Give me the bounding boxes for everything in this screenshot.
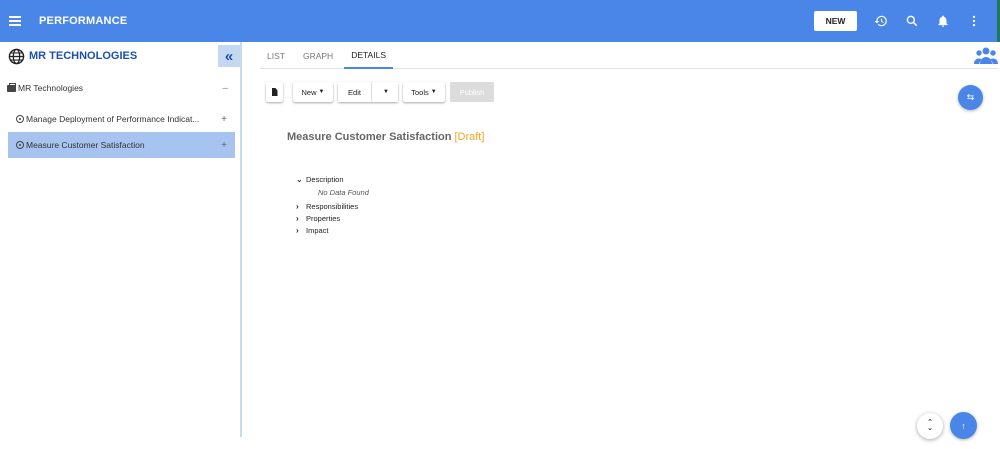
tree-root[interactable]: MR Technologies – (0, 80, 240, 96)
chevron-down-icon: ⌄ (927, 425, 933, 432)
double-chevron-left-icon[interactable]: « (218, 45, 240, 67)
empty-state-text: No Data Found (318, 188, 369, 197)
sidebar-title: MR TECHNOLOGIES (29, 50, 138, 62)
more-vert-icon[interactable] (966, 13, 982, 29)
scroll-top-button[interactable]: ↑ (950, 412, 977, 439)
collapse-toggle[interactable]: – (222, 83, 228, 94)
new-dropdown-label: New (301, 87, 317, 97)
publish-button[interactable]: Publish (450, 82, 494, 102)
main-content: LIST GRAPH DETAILS New ▼ Edit ▼ Tools ▼ Pu… (244, 42, 1000, 449)
search-icon[interactable] (904, 13, 920, 29)
section-label: Description (306, 174, 344, 184)
tools-dropdown[interactable]: Tools ▼ (403, 82, 445, 102)
section-label: Properties (306, 213, 341, 223)
chevron-right-icon: › (296, 201, 299, 211)
arrow-up-icon: ↑ (961, 420, 966, 431)
caret-down-icon: ▼ (430, 89, 437, 95)
tab-graph[interactable]: GRAPH (296, 42, 340, 69)
briefcase-icon (7, 82, 16, 92)
top-app-bar: PERFORMANCE NEW (0, 0, 1000, 42)
new-button[interactable]: NEW (814, 11, 857, 31)
details-sections: ⌄ Description No Data Found › Responsibi… (296, 173, 369, 236)
edit-button[interactable]: Edit (338, 82, 372, 102)
app-title: PERFORMANCE (39, 15, 128, 27)
bell-icon[interactable] (935, 13, 951, 29)
tab-details[interactable]: DETAILS (344, 42, 393, 69)
section-label: Responsibilities (306, 201, 359, 211)
status-badge: [Draft] (454, 131, 485, 143)
tree-root-label: MR Technologies (18, 83, 84, 93)
section-properties[interactable]: › Properties (296, 212, 369, 224)
tree-item-label: Manage Deployment of Performance Indicat… (26, 114, 200, 124)
tree-item-measure-customer-satisfaction[interactable]: Measure Customer Satisfaction + (8, 132, 235, 158)
document-icon (271, 88, 278, 96)
globe-icon (8, 48, 25, 64)
chevron-right-icon: › (296, 213, 299, 223)
new-dropdown[interactable]: New ▼ (293, 82, 333, 102)
section-impact[interactable]: › Impact (296, 224, 369, 236)
tree-item-manage-deployment[interactable]: Manage Deployment of Performance Indicat… (8, 106, 235, 132)
details-title: Measure Customer Satisfaction (287, 131, 452, 143)
section-description[interactable]: ⌄ Description (296, 173, 369, 185)
caret-down-icon: ▼ (318, 89, 325, 95)
sidebar: MR TECHNOLOGIES « MR Technologies – Mana… (0, 42, 242, 437)
tab-list[interactable]: LIST (260, 42, 292, 69)
scroll-toggle-button[interactable]: ⌃ ⌄ (917, 413, 943, 439)
target-icon (16, 141, 24, 149)
details-toolbar: New ▼ Edit ▼ Tools ▼ Publish (266, 82, 499, 102)
swap-arrows-icon[interactable]: ⇆ (958, 85, 983, 110)
tools-dropdown-label: Tools (411, 87, 429, 97)
edit-options-button[interactable]: ▼ (372, 82, 398, 102)
chevron-down-icon: ⌄ (296, 174, 303, 184)
menu-icon[interactable] (9, 14, 21, 28)
team-icon[interactable] (974, 44, 998, 68)
document-button[interactable] (266, 82, 283, 102)
page-title: Measure Customer Satisfaction [Draft] (287, 131, 484, 143)
section-responsibilities[interactable]: › Responsibilities (296, 200, 369, 212)
target-icon (16, 115, 24, 123)
expand-toggle[interactable]: + (221, 140, 227, 151)
caret-down-icon: ▼ (383, 89, 389, 95)
sidebar-header: MR TECHNOLOGIES « (0, 42, 240, 70)
tree-item-label: Measure Customer Satisfaction (26, 140, 145, 150)
tab-bar: LIST GRAPH DETAILS (260, 42, 998, 69)
history-icon[interactable] (873, 13, 889, 29)
expand-toggle[interactable]: + (221, 114, 227, 125)
edit-split-button: Edit ▼ (338, 82, 398, 102)
section-label: Impact (306, 225, 329, 235)
chevron-right-icon: › (296, 225, 299, 235)
